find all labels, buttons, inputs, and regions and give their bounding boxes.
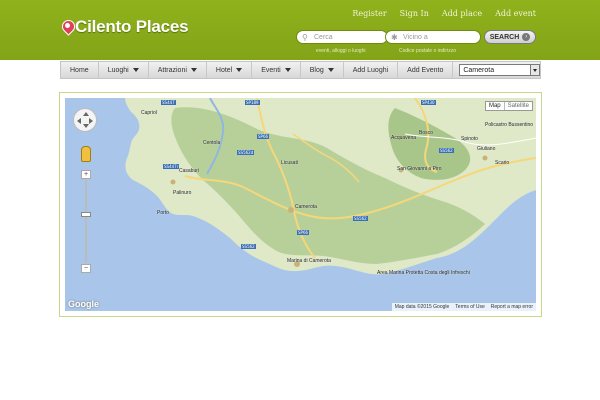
report-error-link[interactable]: Report a map error (491, 304, 533, 310)
search-what-input[interactable]: ⚲ Cerca (296, 30, 388, 44)
map-pin-icon (62, 20, 73, 34)
map-frame: Capriol Centola Casaburi Palinuro Porto … (59, 92, 542, 317)
nav-item-add-evento[interactable]: Add Evento (398, 62, 454, 78)
road-shield: SS562 (353, 216, 368, 221)
google-logo[interactable]: Google (68, 299, 99, 309)
map-type-control: Map Satellite (484, 101, 533, 111)
register-link[interactable]: Register (352, 9, 386, 18)
dropdown-arrow-icon (530, 65, 539, 75)
place-label: Centola (203, 140, 221, 146)
place-label: Casaburi (179, 168, 200, 174)
place-label: Area Marina Protetta Costa degli Infresc… (377, 270, 470, 276)
search-where-input[interactable]: ✱ Vicino a (385, 30, 481, 44)
map-attribution: Map data ©2015 Google Terms of Use Repor… (391, 303, 536, 311)
map-type-satellite-button[interactable]: Satellite (503, 102, 532, 110)
road-shield: SP189 (245, 100, 260, 105)
road-shield: SS447r (163, 164, 180, 169)
nav-item-luoghi[interactable]: Luoghi (99, 62, 149, 78)
search-where-hint: Codice postale o indirizzo (399, 48, 456, 54)
site-header: Cilento Places Register Sign In Add plac… (0, 0, 600, 60)
nav-item-blog[interactable]: Blog (301, 62, 344, 78)
road-shield: SS562 (439, 148, 454, 153)
caret-down-icon (236, 68, 243, 72)
place-label: Palinuro (173, 190, 192, 196)
arrow-right-icon[interactable] (89, 118, 93, 124)
place-label: Giuliano (477, 146, 496, 152)
arrow-left-icon[interactable] (77, 118, 81, 124)
place-label: Camerota (295, 204, 317, 210)
nav-label: Luoghi (107, 66, 129, 74)
caret-down-icon (284, 68, 291, 72)
place-label: Porto (157, 210, 169, 216)
road-shield: SS562 (241, 244, 256, 249)
location-icon: ✱ (391, 32, 398, 42)
zoom-in-button[interactable]: + (81, 170, 91, 179)
nav-label: Hotel (215, 66, 233, 74)
place-label: Bosco (419, 130, 433, 136)
map-canvas[interactable]: Capriol Centola Casaburi Palinuro Porto … (65, 98, 536, 311)
place-label: Scario (495, 160, 510, 166)
zoom-slider-thumb[interactable] (81, 212, 91, 217)
city-select-value: Camerota (463, 66, 495, 74)
nav-item-eventi[interactable]: Eventi (252, 62, 301, 78)
nav-item-attrazioni[interactable]: Attrazioni (149, 62, 207, 78)
nav-item-hotel[interactable]: Hotel (207, 62, 253, 78)
road-shield: SP430 (421, 100, 436, 105)
sign-in-link[interactable]: Sign In (400, 9, 429, 18)
nav-label: Home (70, 66, 89, 74)
search-what-hint: eventi, alloggi o luoghi (316, 48, 366, 54)
arrow-down-icon[interactable] (83, 124, 89, 128)
arrow-up-icon[interactable] (83, 112, 89, 116)
search-what-placeholder: Cerca (314, 33, 333, 41)
map-type-map-button[interactable]: Map (486, 102, 504, 110)
search-button[interactable]: SEARCH › (484, 30, 536, 44)
road-shield: SP66 (297, 230, 310, 235)
zoom-slider-track[interactable] (85, 180, 87, 263)
place-label: Licusati (281, 160, 298, 166)
place-label: Capriol (141, 110, 157, 116)
search-button-label: SEARCH (489, 33, 520, 41)
top-links: Register Sign In Add place Add event (352, 9, 536, 18)
place-label: Acquavena (391, 135, 417, 141)
nav-item-add-luoghi[interactable]: Add Luoghi (344, 62, 399, 78)
nav-label: Eventi (261, 66, 281, 74)
nav-label: Add Evento (407, 66, 444, 74)
add-event-link[interactable]: Add event (495, 9, 536, 18)
site-logo[interactable]: Cilento Places (62, 16, 189, 38)
arrow-right-icon: › (522, 33, 531, 41)
place-label: Policastro Bussentino (485, 122, 534, 128)
caret-down-icon (132, 68, 139, 72)
caret-down-icon (190, 68, 197, 72)
map-data-text: Map data ©2015 Google (394, 304, 450, 310)
zoom-out-button[interactable]: − (81, 264, 91, 273)
caret-down-icon (327, 68, 334, 72)
place-label: Marina di Camerota (287, 258, 331, 264)
nav-label: Blog (309, 66, 324, 74)
search-icon: ⚲ (302, 32, 308, 42)
road-shield: SP66 (257, 134, 270, 139)
place-label: San Giovanni a Piro (397, 166, 442, 172)
logo-text: Cilento Places (75, 17, 189, 36)
pan-control[interactable] (73, 108, 97, 132)
street-view-pegman-icon[interactable] (81, 146, 91, 162)
nav-item-home[interactable]: Home (61, 62, 99, 78)
nav-label: Attrazioni (157, 66, 187, 74)
add-place-link[interactable]: Add place (442, 9, 482, 18)
city-select[interactable]: Camerota (459, 64, 540, 76)
road-shield: SS562d (237, 150, 255, 155)
place-label: Spinoto (461, 136, 478, 142)
nav-label: Add Luoghi (352, 66, 389, 74)
terms-of-use-link[interactable]: Terms of Use (455, 304, 484, 310)
search-where-placeholder: Vicino a (403, 33, 428, 41)
main-nav: Home Luoghi Attrazioni Hotel Eventi Blog… (60, 61, 541, 79)
road-shield: SS447 (161, 100, 176, 105)
